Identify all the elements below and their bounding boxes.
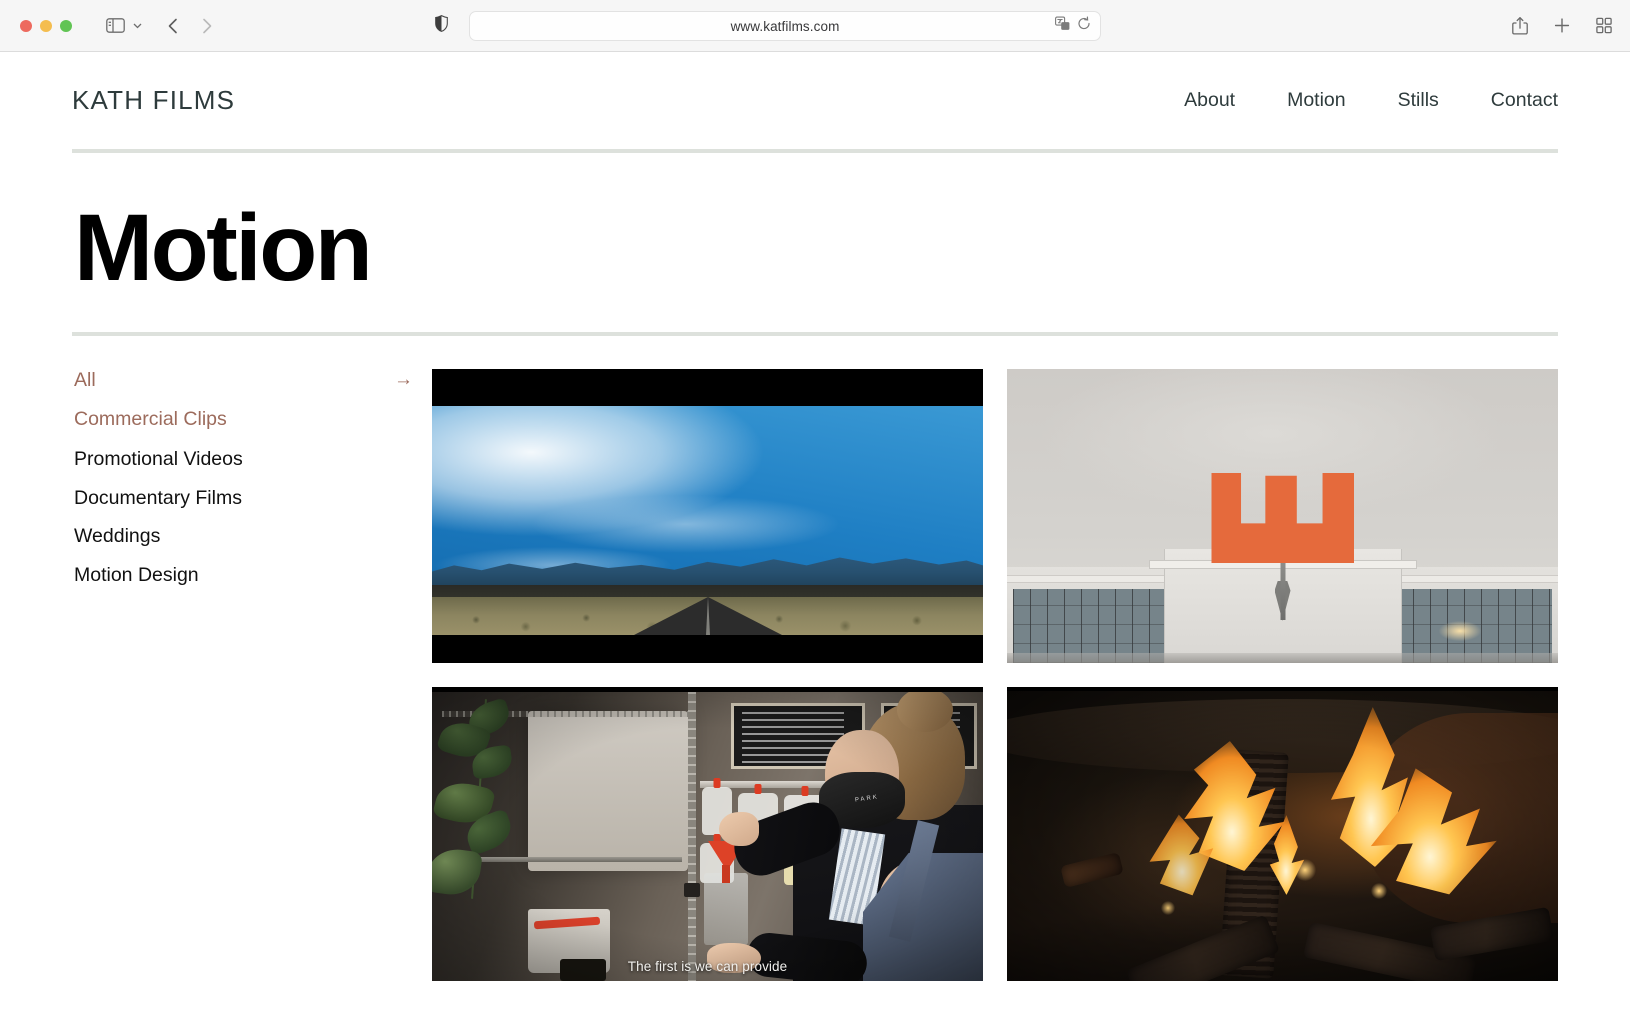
glass-jar [704, 873, 748, 945]
back-arrow-icon[interactable] [166, 17, 181, 35]
content-area: All Commercial Clips Promotional Videos … [72, 336, 1558, 981]
filter-item-documentary-films[interactable]: Documentary Films [72, 489, 432, 528]
shelf-post [688, 692, 696, 981]
ember [1371, 883, 1387, 899]
main-navigation: About Motion Stills Contact [1184, 89, 1558, 112]
window-controls[interactable] [20, 20, 72, 32]
share-icon[interactable] [1512, 16, 1528, 35]
close-window-button[interactable] [20, 20, 32, 32]
tab-overview-icon[interactable] [1596, 18, 1612, 34]
letterbox-bottom [432, 635, 983, 663]
plant-leaf [432, 846, 483, 899]
nav-link-contact[interactable]: Contact [1491, 89, 1558, 112]
sidebar-toggle-icon[interactable] [106, 18, 125, 33]
maximize-window-button[interactable] [60, 20, 72, 32]
hand-upper [719, 812, 759, 846]
road-line [706, 597, 710, 635]
translate-icon[interactable]: A [1055, 17, 1070, 36]
lit-window-glow [1439, 621, 1481, 641]
nav-link-motion[interactable]: Motion [1287, 89, 1346, 112]
site-header: KATH FILMS About Motion Stills Contact [72, 52, 1558, 149]
reload-icon[interactable] [1077, 17, 1091, 36]
nav-link-stills[interactable]: Stills [1398, 89, 1439, 112]
category-filter-list: All Commercial Clips Promotional Videos … [72, 369, 432, 981]
letterbox-top [432, 369, 983, 406]
gallery-tile-workshop[interactable]: PARK The first is we can provide [432, 687, 983, 981]
white-container [528, 711, 688, 871]
gallery-tile-desert-road[interactable] [432, 369, 983, 663]
url-text: www.katfilms.com [731, 19, 840, 34]
filter-item-commercial-clips[interactable]: Commercial Clips [72, 410, 432, 451]
privacy-shield-icon[interactable] [435, 15, 448, 37]
nav-link-about[interactable]: About [1184, 89, 1235, 112]
filter-item-promotional-videos[interactable]: Promotional Videos [72, 450, 432, 489]
filter-item-all[interactable]: All [72, 371, 432, 410]
funnel-spout [722, 865, 730, 883]
pothos-plant [432, 699, 542, 919]
building-base [1007, 653, 1558, 663]
page-title: Motion [72, 153, 1558, 332]
worker-figure: PARK [747, 692, 983, 981]
gallery-tile-building-logo[interactable] [1007, 369, 1558, 663]
chevron-down-icon[interactable] [131, 19, 144, 32]
orange-w-logo [1211, 473, 1354, 563]
minimize-window-button[interactable] [40, 20, 52, 32]
video-gallery: PARK The first is we can provide [432, 369, 1558, 981]
forward-arrow-icon[interactable] [199, 17, 214, 35]
filter-item-motion-design[interactable]: Motion Design [72, 566, 432, 605]
letterbox-top [432, 687, 983, 692]
plus-icon[interactable] [1554, 18, 1570, 34]
video-subtitle: The first is we can provide [432, 959, 983, 974]
svg-text:A: A [1063, 24, 1067, 30]
brand-logo[interactable]: KATH FILMS [72, 85, 235, 116]
browser-toolbar: www.katfilms.com A [0, 0, 1630, 52]
address-bar[interactable]: www.katfilms.com A [469, 11, 1101, 41]
flag-pole [1280, 563, 1285, 620]
page-content: KATH FILMS About Motion Stills Contact M… [0, 52, 1630, 981]
right-arrow-icon: → [394, 370, 413, 389]
shelf-clamp [684, 883, 700, 897]
hair-bun [897, 688, 953, 732]
ember [1294, 859, 1316, 881]
gallery-tile-campfire[interactable] [1007, 687, 1558, 981]
letterbox-top [1007, 687, 1558, 691]
filter-item-weddings[interactable]: Weddings [72, 527, 432, 566]
